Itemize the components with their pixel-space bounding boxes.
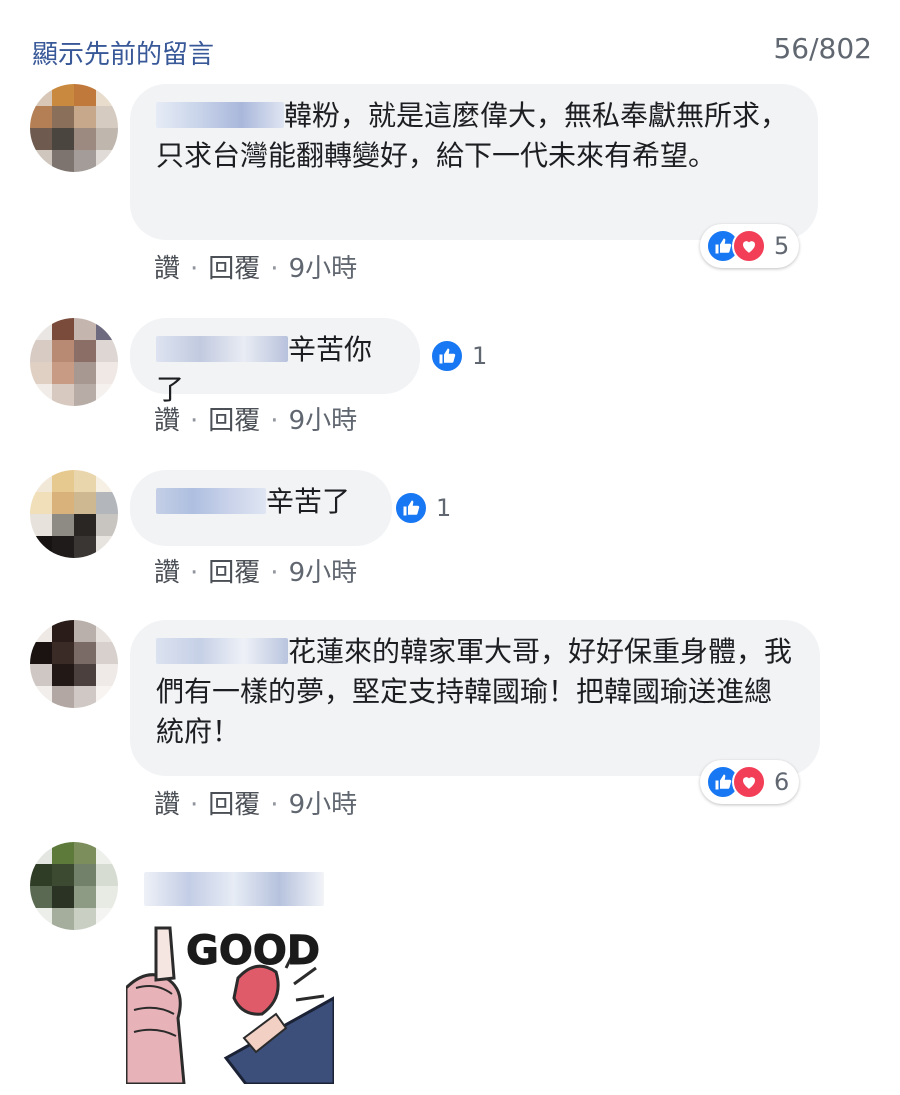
commenter-name-redacted[interactable]: [156, 488, 266, 514]
reaction-count: 6: [774, 768, 790, 796]
comment-actions: 讚 · 回覆 · 9小時: [154, 400, 357, 437]
reply-button[interactable]: 回覆: [208, 406, 260, 436]
comment-timestamp[interactable]: 9小時: [289, 790, 358, 820]
sticker-text: GOOD: [186, 928, 320, 974]
reply-button[interactable]: 回覆: [208, 254, 260, 284]
commenter-name-redacted[interactable]: [156, 102, 284, 128]
separator-dot: ·: [270, 406, 279, 436]
like-reaction-icon: [430, 339, 464, 373]
comment-bubble: 辛苦你了: [130, 318, 420, 406]
comment-item: 韓粉，就是這麼偉大，無私奉獻無所求，只求台灣能翻轉變好，給下一代未來有希望。 5…: [30, 84, 870, 284]
separator-dot: ·: [190, 254, 199, 284]
comment-actions: 讚 · 回覆 · 9小時: [154, 248, 357, 285]
avatar[interactable]: [30, 470, 118, 558]
view-previous-comments-link[interactable]: 顯示先前的留言: [32, 34, 214, 71]
comment-item: 辛苦了 1 讚 · 回覆 · 9小時: [30, 470, 870, 600]
reply-button[interactable]: 回覆: [208, 558, 260, 588]
comment-text: 辛苦了: [266, 485, 351, 518]
avatar[interactable]: [30, 620, 118, 708]
reply-button[interactable]: 回覆: [208, 790, 260, 820]
sticker-illustration: GOOD: [126, 918, 334, 1084]
reaction-count: 1: [436, 494, 452, 522]
comment-item: 花蓮來的韓家軍大哥，好好保重身體，我們有一樣的夢，堅定支持韓國瑜！把韓國瑜送進總…: [30, 620, 870, 830]
love-reaction-icon: [732, 229, 766, 263]
reaction-summary[interactable]: 6: [700, 760, 800, 804]
like-button[interactable]: 讚: [154, 406, 180, 436]
comment-timestamp[interactable]: 9小時: [289, 254, 358, 284]
avatar[interactable]: [30, 84, 118, 172]
comment-item: 辛苦你了 1 讚 · 回覆 · 9小時: [30, 318, 870, 448]
like-reaction-icon: [394, 491, 428, 525]
separator-dot: ·: [270, 790, 279, 820]
love-reaction-icon: [732, 765, 766, 799]
separator-dot: ·: [270, 558, 279, 588]
good-sticker[interactable]: GOOD: [126, 918, 334, 1084]
comments-header: 顯示先前的留言 56/802: [32, 30, 872, 74]
separator-dot: ·: [190, 406, 199, 436]
comment-bubble: 花蓮來的韓家軍大哥，好好保重身體，我們有一樣的夢，堅定支持韓國瑜！把韓國瑜送進總…: [130, 620, 820, 776]
separator-dot: ·: [190, 790, 199, 820]
reaction-summary[interactable]: 5: [700, 224, 800, 268]
comment-item: GOOD: [30, 842, 870, 1095]
reaction-summary[interactable]: 1: [388, 486, 461, 530]
reaction-count: 1: [472, 342, 488, 370]
like-button[interactable]: 讚: [154, 558, 180, 588]
comment-actions: 讚 · 回覆 · 9小時: [154, 552, 357, 589]
comment-bubble: 韓粉，就是這麼偉大，無私奉獻無所求，只求台灣能翻轉變好，給下一代未來有希望。: [130, 84, 818, 240]
reaction-count: 5: [774, 232, 790, 260]
separator-dot: ·: [270, 254, 279, 284]
separator-dot: ·: [190, 558, 199, 588]
commenter-name-redacted[interactable]: [156, 638, 288, 664]
comment-actions: 讚 · 回覆 · 9小時: [154, 784, 357, 821]
like-button[interactable]: 讚: [154, 254, 180, 284]
avatar[interactable]: [30, 318, 118, 406]
comment-bubble: 辛苦了: [130, 470, 392, 546]
like-button[interactable]: 讚: [154, 790, 180, 820]
avatar[interactable]: [30, 842, 118, 930]
comment-timestamp[interactable]: 9小時: [289, 406, 358, 436]
commenter-name-redacted[interactable]: [144, 872, 324, 906]
reaction-summary[interactable]: 1: [424, 334, 497, 378]
commenter-name-redacted[interactable]: [156, 336, 288, 362]
comment-timestamp[interactable]: 9小時: [289, 558, 358, 588]
comment-counter: 56/802: [773, 32, 872, 65]
